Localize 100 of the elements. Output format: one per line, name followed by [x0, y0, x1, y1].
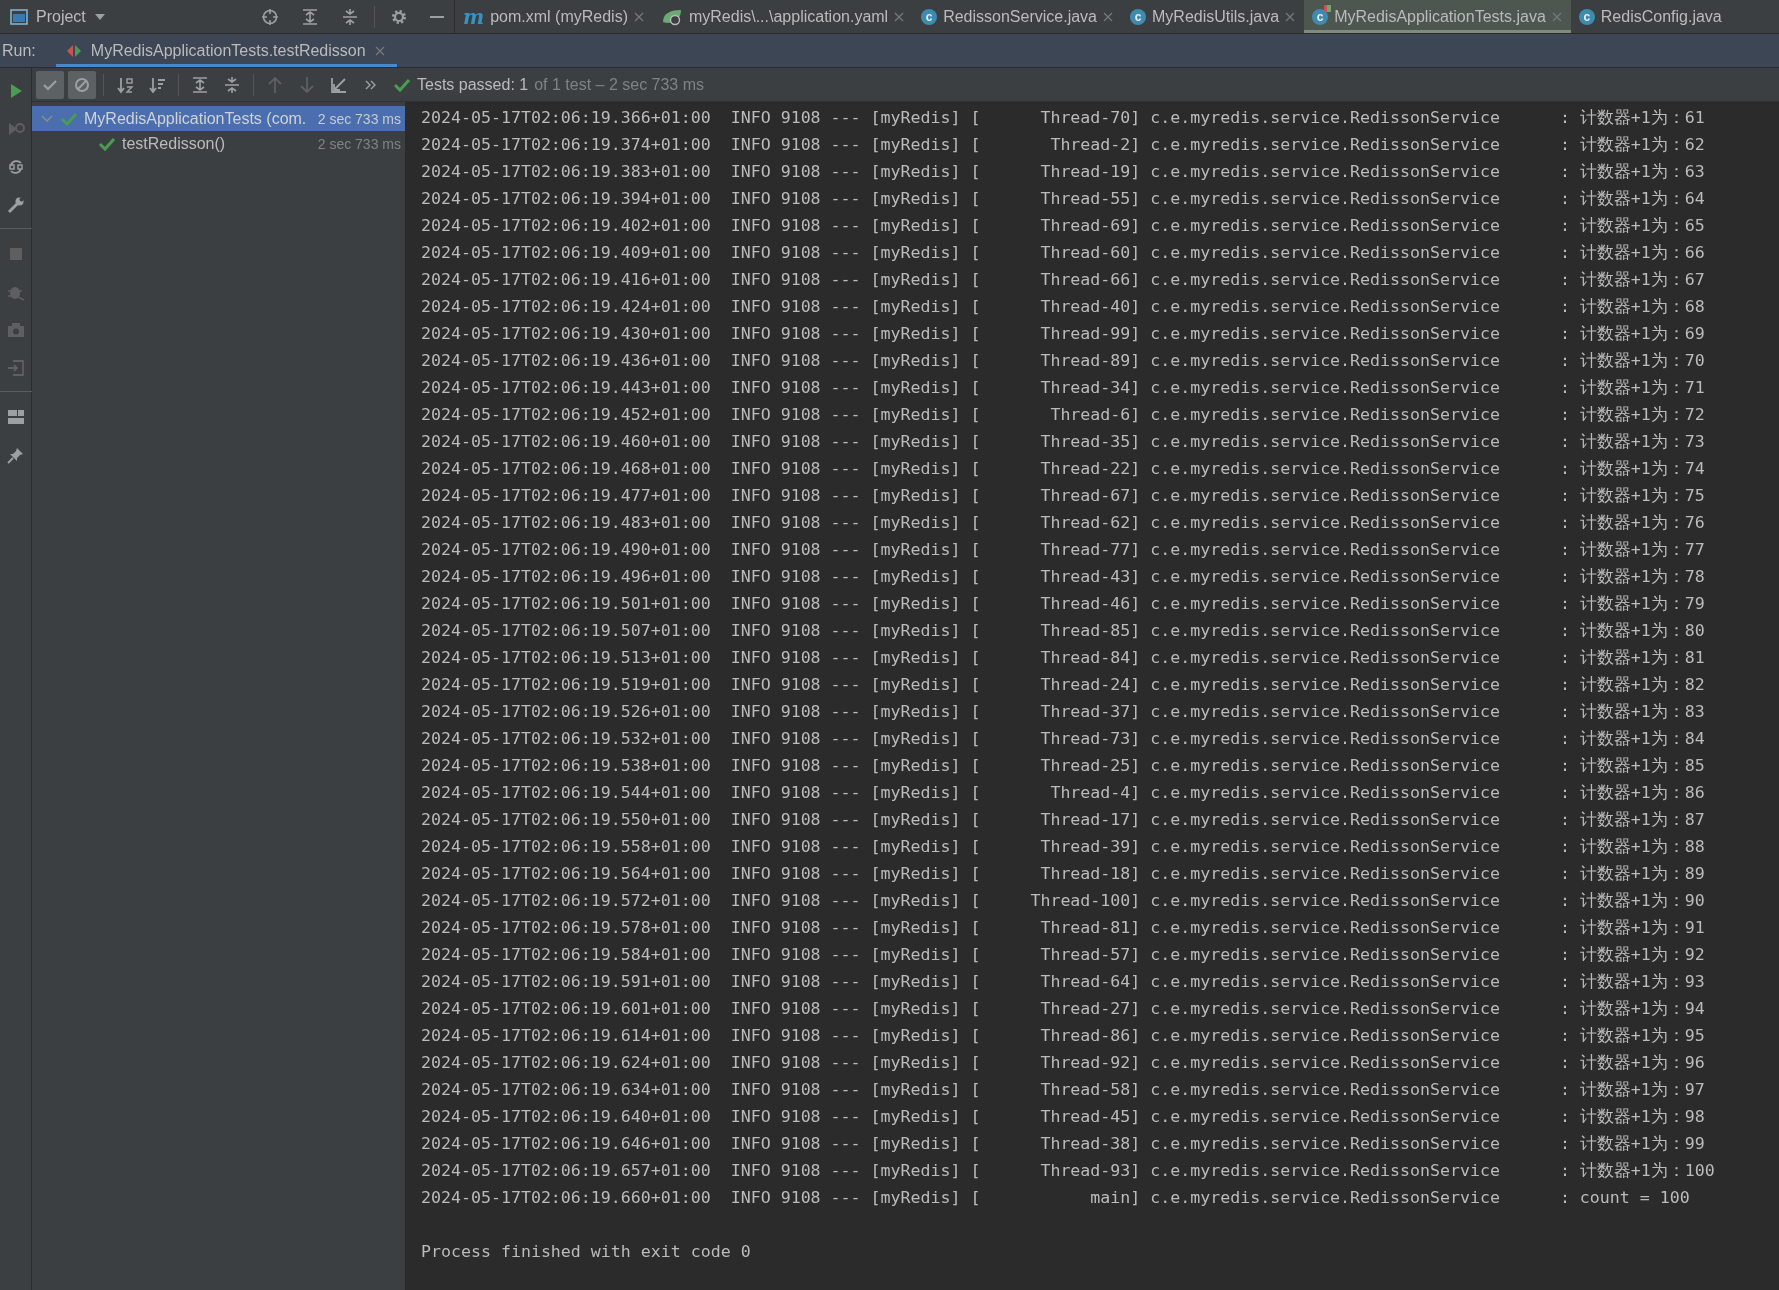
stop-icon: [8, 247, 23, 261]
log-line: 2024-05-17T02:06:19.572+01:00 INFO 9108 --- [myRedis] [ Thread-100] c.e.myredis.service.RedissonService : 计数器+1为：90: [421, 890, 1705, 912]
collapse-all-icon: [340, 7, 359, 26]
close-icon: [1285, 11, 1296, 22]
refresh-icon: [6, 158, 25, 176]
up-arrow-icon: [267, 75, 283, 94]
log-line: 2024-05-17T02:06:19.436+01:00 INFO 9108 --- [myRedis] [ Thread-89] c.e.myredis.service.RedissonService : 计数器+1为：70: [421, 350, 1705, 372]
maven-icon: m: [463, 6, 485, 27]
log-line: 2024-05-17T02:06:19.614+01:00 INFO 9108 --- [myRedis] [ Thread-86] c.e.myredis.service.RedissonService : 计数器+1为：95: [421, 1025, 1705, 1047]
show-passed-button[interactable]: [36, 70, 64, 99]
log-line: 2024-05-17T02:06:19.477+01:00 INFO 9108 --- [myRedis] [ Thread-67] c.e.myredis.service.RedissonService : 计数器+1为：75: [421, 485, 1705, 507]
log-line: 2024-05-17T02:06:19.640+01:00 INFO 9108 --- [myRedis] [ Thread-45] c.e.myredis.service.RedissonService : 计数器+1为：98: [421, 1106, 1705, 1128]
class-icon: c: [1578, 8, 1595, 25]
log-line: 2024-05-17T02:06:19.660+01:00 INFO 9108 --- [myRedis] [ main] c.e.myredis.service.RedissonService : count = 100: [421, 1187, 1690, 1209]
camera-icon: [6, 322, 25, 338]
log-line: 2024-05-17T02:06:19.374+01:00 INFO 9108 --- [myRedis] [ Thread-2] c.e.myredis.service.RedissonService : 计数器+1为：62: [421, 134, 1705, 156]
log-line: 2024-05-17T02:06:19.532+01:00 INFO 9108 --- [myRedis] [ Thread-73] c.e.myredis.service.RedissonService : 计数器+1为：84: [421, 728, 1705, 750]
rerun-icon: [6, 121, 25, 137]
log-line: 2024-05-17T02:06:19.526+01:00 INFO 9108 --- [myRedis] [ Thread-37] c.e.myredis.service.RedissonService : 计数器+1为：83: [421, 701, 1705, 723]
log-line: 2024-05-17T02:06:19.490+01:00 INFO 9108 --- [myRedis] [ Thread-77] c.e.myredis.service.RedissonService : 计数器+1为：77: [421, 539, 1705, 561]
status-detail: of 1 test – 2 sec 733 ms: [534, 75, 705, 94]
test-class-icon: c: [1312, 8, 1329, 25]
log-line: 2024-05-17T02:06:19.550+01:00 INFO 9108 --- [myRedis] [ Thread-17] c.e.myredis.service.RedissonService : 计数器+1为：87: [421, 809, 1705, 831]
test-duration: 2 sec 733 ms: [317, 135, 401, 152]
collapse-all-icon: [223, 75, 241, 94]
editor-tab[interactable]: c RedisConfig.java: [1570, 0, 1731, 33]
log-line: 2024-05-17T02:06:19.383+01:00 INFO 9108 --- [myRedis] [ Thread-19] c.e.myredis.service.RedissonService : 计数器+1为：63: [421, 161, 1705, 183]
editor-tab[interactable]: c MyRedisApplicationTests.java: [1304, 0, 1571, 33]
run-config-icon: [65, 43, 82, 58]
log-line: 2024-05-17T02:06:19.409+01:00 INFO 9108 --- [myRedis] [ Thread-60] c.e.myredis.service.RedissonService : 计数器+1为：66: [421, 242, 1705, 264]
checkmark-icon: [60, 110, 78, 127]
close-icon: [894, 11, 905, 22]
expand-all-icon: [300, 7, 319, 26]
log-line: 2024-05-17T02:06:19.507+01:00 INFO 9108 --- [myRedis] [ Thread-85] c.e.myredis.service.RedissonService : 计数器+1为：80: [421, 620, 1705, 642]
log-line: 2024-05-17T02:06:19.443+01:00 INFO 9108 --- [myRedis] [ Thread-34] c.e.myredis.service.RedissonService : 计数器+1为：71: [421, 377, 1705, 399]
down-arrow-icon: [299, 75, 315, 94]
status-summary: Tests passed: 1: [417, 75, 529, 94]
crosshair-icon: [260, 7, 279, 26]
sort-alpha-icon: [116, 75, 134, 94]
log-line: 2024-05-17T02:06:19.646+01:00 INFO 9108 --- [myRedis] [ Thread-38] c.e.myredis.service.RedissonService : 计数器+1为：99: [421, 1133, 1705, 1155]
show-ignored-button[interactable]: [68, 70, 96, 99]
log-line: 2024-05-17T02:06:19.501+01:00 INFO 9108 --- [myRedis] [ Thread-46] c.e.myredis.service.RedissonService : 计数器+1为：79: [421, 593, 1705, 615]
leaf-icon: [660, 7, 683, 26]
close-icon: [1103, 11, 1113, 22]
cancel-icon: [74, 76, 90, 93]
layout-icon: [6, 409, 25, 425]
log-line: 2024-05-17T02:06:19.416+01:00 INFO 9108 --- [myRedis] [ Thread-66] c.e.myredis.service.RedissonService : 计数器+1为：67: [421, 269, 1705, 291]
log-line: 2024-05-17T02:06:19.538+01:00 INFO 9108 --- [myRedis] [ Thread-25] c.e.myredis.service.RedissonService : 计数器+1为：85: [421, 755, 1705, 777]
log-line: 2024-05-17T02:06:19.483+01:00 INFO 9108 --- [myRedis] [ Thread-62] c.e.myredis.service.RedissonService : 计数器+1为：76: [421, 512, 1705, 534]
log-line: 2024-05-17T02:06:19.634+01:00 INFO 9108 --- [myRedis] [ Thread-58] c.e.myredis.service.RedissonService : 计数器+1为：97: [421, 1079, 1705, 1101]
sort-duration-icon: [148, 75, 166, 94]
log-line: 2024-05-17T02:06:19.624+01:00 INFO 9108 --- [myRedis] [ Thread-92] c.e.myredis.service.RedissonService : 计数器+1为：96: [421, 1052, 1705, 1074]
chevrons-icon: [365, 79, 377, 90]
log-line: 2024-05-17T02:06:19.564+01:00 INFO 9108 --- [myRedis] [ Thread-18] c.e.myredis.service.RedissonService : 计数器+1为：89: [421, 863, 1705, 885]
test-tree-row[interactable]: MyRedisApplicationTests (com. 2 sec 733 ms: [32, 106, 405, 131]
test-name: MyRedisApplicationTests (com.: [84, 109, 308, 128]
close-icon: [633, 11, 644, 22]
log-line: 2024-05-17T02:06:19.460+01:00 INFO 9108 --- [myRedis] [ Thread-35] c.e.myredis.service.RedissonService : 计数器+1为：73: [421, 431, 1705, 453]
log-line: 2024-05-17T02:06:19.402+01:00 INFO 9108 --- [myRedis] [ Thread-69] c.e.myredis.service.RedissonService : 计数器+1为：65: [421, 215, 1705, 237]
settings-icon: [389, 7, 408, 26]
import-icon: [330, 75, 348, 94]
expand-all-icon: [191, 75, 209, 94]
log-line: 2024-05-17T02:06:19.544+01:00 INFO 9108 --- [myRedis] [ Thread-4] c.e.myredis.service.RedissonService : 计数器+1为：86: [421, 782, 1705, 804]
exit-icon: [6, 359, 25, 377]
test-duration: 2 sec 733 ms: [317, 110, 401, 127]
minimize-icon: [429, 15, 444, 18]
chevron-down-icon: [41, 114, 53, 123]
class-icon: c: [921, 8, 938, 25]
caret-icon: [93, 12, 106, 21]
test-tree-row[interactable]: testRedisson() 2 sec 733 ms: [32, 131, 405, 156]
editor-tab[interactable]: c RedissonService.java: [913, 0, 1122, 33]
log-line: 2024-05-17T02:06:19.424+01:00 INFO 9108 --- [myRedis] [ Thread-40] c.e.myredis.service.RedissonService : 计数器+1为：68: [421, 296, 1705, 318]
log-line: 2024-05-17T02:06:19.591+01:00 INFO 9108 --- [myRedis] [ Thread-64] c.e.myredis.service.RedissonService : 计数器+1为：93: [421, 971, 1705, 993]
log-line: 2024-05-17T02:06:19.452+01:00 INFO 9108 --- [myRedis] [ Thread-6] c.e.myredis.service.RedissonService : 计数器+1为：72: [421, 404, 1705, 426]
checkmark-icon: [393, 76, 411, 93]
log-line: 2024-05-17T02:06:19.496+01:00 INFO 9108 --- [myRedis] [ Thread-43] c.e.myredis.service.RedissonService : 计数器+1为：78: [421, 566, 1705, 588]
process-exit-message: Process finished with exit code 0: [421, 1241, 751, 1263]
log-line: 2024-05-17T02:06:19.657+01:00 INFO 9108 --- [myRedis] [ Thread-93] c.e.myredis.service.RedissonService : 计数器+1为：100: [421, 1160, 1715, 1182]
project-dropdown[interactable]: Project: [10, 7, 246, 26]
wrench-icon: [6, 196, 25, 214]
log-line: 2024-05-17T02:06:19.601+01:00 INFO 9108 --- [myRedis] [ Thread-27] c.e.myredis.service.RedissonService : 计数器+1为：94: [421, 998, 1705, 1020]
window-icon: [10, 8, 28, 25]
class-icon: c: [1130, 8, 1146, 25]
close-icon: [1551, 11, 1562, 22]
editor-tab[interactable]: myRedis\...\application.yaml: [652, 0, 914, 33]
log-line: 2024-05-17T02:06:19.513+01:00 INFO 9108 --- [myRedis] [ Thread-84] c.e.myredis.service.RedissonService : 计数器+1为：81: [421, 647, 1705, 669]
log-line: 2024-05-17T02:06:19.366+01:00 INFO 9108 --- [myRedis] [ Thread-70] c.e.myredis.service.RedissonService : 计数器+1为：61: [421, 107, 1705, 129]
log-line: 2024-05-17T02:06:19.519+01:00 INFO 9108 --- [myRedis] [ Thread-24] c.e.myredis.service.RedissonService : 计数器+1为：82: [421, 674, 1705, 696]
editor-tab[interactable]: c MyRedisUtils.java: [1122, 0, 1305, 33]
log-line: 2024-05-17T02:06:19.468+01:00 INFO 9108 --- [myRedis] [ Thread-22] c.e.myredis.service.RedissonService : 计数器+1为：74: [421, 458, 1705, 480]
log-line: 2024-05-17T02:06:19.578+01:00 INFO 9108 --- [myRedis] [ Thread-81] c.e.myredis.service.RedissonService : 计数器+1为：91: [421, 917, 1705, 939]
close-icon: [374, 45, 385, 56]
log-line: 2024-05-17T02:06:19.584+01:00 INFO 9108 --- [myRedis] [ Thread-57] c.e.myredis.service.RedissonService : 计数器+1为：92: [421, 944, 1705, 966]
log-line: 2024-05-17T02:06:19.558+01:00 INFO 9108 --- [myRedis] [ Thread-39] c.e.myredis.service.RedissonService : 计数器+1为：88: [421, 836, 1705, 858]
log-line: 2024-05-17T02:06:19.394+01:00 INFO 9108 --- [myRedis] [ Thread-55] c.e.myredis.service.RedissonService : 计数器+1为：64: [421, 188, 1705, 210]
log-line: 2024-05-17T02:06:19.430+01:00 INFO 9108 --- [myRedis] [ Thread-99] c.e.myredis.service.RedissonService : 计数器+1为：69: [421, 323, 1705, 345]
editor-tab[interactable]: m pom.xml (myRedis): [455, 0, 653, 33]
run-label: Run:: [1, 41, 37, 60]
test-name: testRedisson(): [122, 134, 227, 153]
checkmark-icon: [98, 135, 116, 152]
